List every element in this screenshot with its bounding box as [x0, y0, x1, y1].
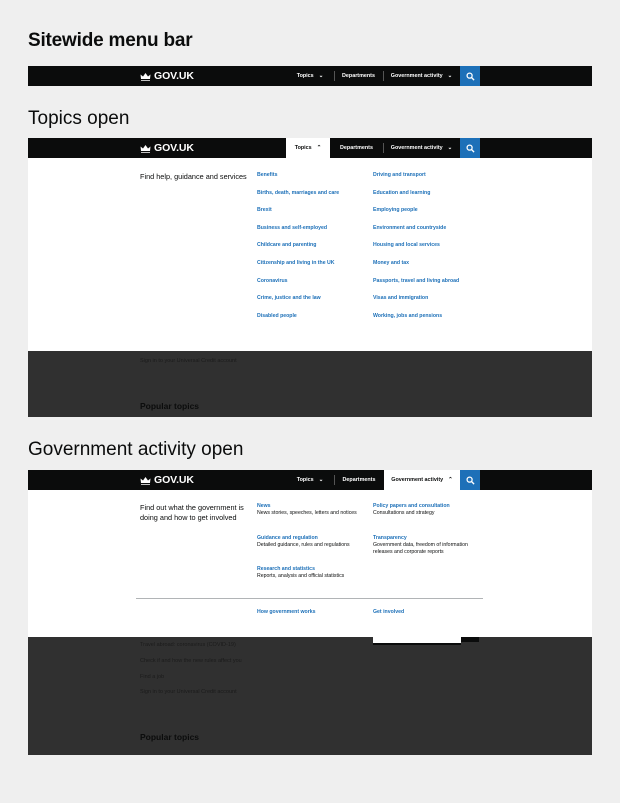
gov-activity-desc: News stories, speeches, letters and noti… — [257, 510, 357, 516]
topic-link[interactable]: Citizenship and living in the UK — [257, 260, 335, 266]
govuk-logo-text: GOV.UK — [154, 142, 194, 154]
departments-link[interactable]: Departments — [334, 470, 384, 490]
topics-menu-button[interactable]: Topics ⌄ — [286, 470, 334, 490]
topics-label: Topics — [294, 145, 312, 151]
government-activity-dropdown-panel: Find out what the government is doing an… — [28, 490, 592, 637]
topics-menu-button[interactable]: Topics ⌄ — [286, 66, 334, 86]
underlay-link: Sign in to your Universal Credit account — [140, 689, 237, 695]
departments-link[interactable]: Departments — [334, 66, 383, 86]
page-overlay: Sign in to your Universal Credit account… — [28, 351, 592, 417]
gov-activity-link-transparency[interactable]: Transparency — [373, 535, 407, 541]
underlay-link: Check if and how the new rules affect yo… — [140, 658, 242, 664]
topic-link[interactable]: Employing people — [373, 207, 418, 213]
government-activity-label: Government activity — [390, 73, 443, 79]
heading-topics-open: Topics open — [28, 108, 130, 129]
govuk-header-default: GOV.UK Topics ⌄ Departments Government ac… — [28, 66, 592, 86]
topic-link[interactable]: Passports, travel and living abroad — [373, 278, 459, 284]
chevron-down-icon: ⌄ — [447, 73, 453, 79]
crown-icon — [140, 144, 151, 153]
underlay-link: Sign in to your Universal Credit account — [140, 358, 237, 364]
search-button[interactable] — [460, 138, 480, 158]
topic-link[interactable]: Benefits — [257, 172, 277, 178]
government-activity-menu-button[interactable]: Government activity ⌃ — [384, 470, 460, 490]
govuk-logo-link[interactable]: GOV.UK — [140, 138, 194, 158]
underlay-popular-topics: Popular topics — [140, 401, 200, 411]
topic-link[interactable]: Births, death, marriages and care — [257, 190, 339, 196]
topic-link[interactable]: Brexit — [257, 207, 272, 213]
heading-government-activity-open: Government activity open — [28, 439, 244, 460]
topic-link[interactable]: Money and tax — [373, 260, 409, 266]
underlay-link: Find a job — [140, 674, 165, 680]
search-button[interactable] — [460, 66, 480, 86]
topics-menu-button[interactable]: Topics ⌃ — [286, 138, 330, 158]
gov-activity-desc: Government data, freedom of information … — [373, 542, 468, 556]
gov-activity-desc: Consultations and strategy — [373, 510, 435, 516]
gov-panel-lead: Find out what the government is doing an… — [140, 503, 244, 522]
departments-label: Departments — [342, 73, 375, 79]
underlay-search-button — [461, 637, 479, 642]
gov-activity-link-research[interactable]: Research and statistics — [257, 566, 315, 572]
topics-label: Topics — [296, 73, 314, 79]
chevron-up-icon: ⌃ — [448, 477, 453, 483]
government-activity-label: Government activity — [391, 477, 444, 483]
panel-divider — [136, 598, 483, 599]
govuk-header-topics-open: GOV.UK Topics ⌃ Departments Government ac… — [28, 138, 592, 158]
govuk-header-government-activity-open: GOV.UK Topics ⌄ Departments Government ac… — [28, 470, 592, 490]
topic-link[interactable]: Crime, justice and the law — [257, 295, 321, 301]
topic-link[interactable]: Education and learning — [373, 190, 430, 196]
chevron-up-icon: ⌃ — [316, 145, 322, 151]
heading-sitewide-menu-bar: Sitewide menu bar — [28, 30, 193, 51]
gov-activity-desc: Detailed guidance, rules and regulations — [257, 542, 350, 548]
govuk-logo-link[interactable]: GOV.UK — [140, 470, 194, 490]
topic-link[interactable]: Housing and local services — [373, 242, 440, 248]
govuk-logo-text: GOV.UK — [154, 474, 194, 486]
departments-label: Departments — [342, 477, 376, 483]
government-activity-menu-button[interactable]: Government activity ⌄ — [383, 138, 460, 158]
search-icon — [465, 71, 475, 81]
topic-link[interactable]: Disabled people — [257, 313, 297, 319]
crown-icon — [140, 72, 151, 81]
underlay-popular-topics: Popular topics — [140, 732, 200, 742]
crown-icon — [140, 476, 151, 485]
government-activity-menu-button[interactable]: Government activity ⌄ — [383, 66, 460, 86]
topic-link[interactable]: Coronavirus — [257, 278, 288, 284]
search-icon — [465, 143, 475, 153]
how-government-works-link[interactable]: How government works — [257, 609, 316, 615]
underlay-search-field — [373, 637, 461, 645]
underlay-link: Travel abroad: coronavirus (COVID-19) — [140, 642, 236, 648]
topic-link[interactable]: Environment and countryside — [373, 225, 446, 231]
departments-link[interactable]: Departments — [330, 138, 383, 158]
departments-label: Departments — [340, 145, 373, 151]
search-icon — [465, 475, 475, 485]
topics-panel-lead: Find help, guidance and services — [140, 172, 247, 181]
gov-activity-link-guidance[interactable]: Guidance and regulation — [257, 535, 318, 541]
topics-label: Topics — [296, 477, 314, 483]
chevron-down-icon: ⌄ — [447, 145, 453, 151]
search-button[interactable] — [460, 470, 480, 490]
govuk-logo-link[interactable]: GOV.UK — [140, 66, 194, 86]
gov-activity-link-policy[interactable]: Policy papers and consultation — [373, 503, 450, 509]
govuk-logo-text: GOV.UK — [154, 70, 194, 82]
chevron-down-icon: ⌄ — [318, 477, 324, 483]
topic-link[interactable]: Childcare and parenting — [257, 242, 316, 248]
gov-activity-desc: Reports, analysis and official statistic… — [257, 573, 345, 579]
gov-activity-link-news[interactable]: News — [257, 503, 271, 509]
topic-link[interactable]: Driving and transport — [373, 172, 426, 178]
government-activity-label: Government activity — [390, 145, 443, 151]
topic-link[interactable]: Visas and immigration — [373, 295, 428, 301]
topic-link[interactable]: Working, jobs and pensions — [373, 313, 442, 319]
topic-link[interactable]: Business and self-employed — [257, 225, 327, 231]
topics-dropdown-panel: Find help, guidance and services Benefit… — [28, 158, 592, 351]
chevron-down-icon: ⌄ — [318, 73, 324, 79]
page-overlay: Travel abroad: coronavirus (COVID-19) Ch… — [28, 637, 592, 755]
get-involved-link[interactable]: Get involved — [373, 609, 404, 615]
